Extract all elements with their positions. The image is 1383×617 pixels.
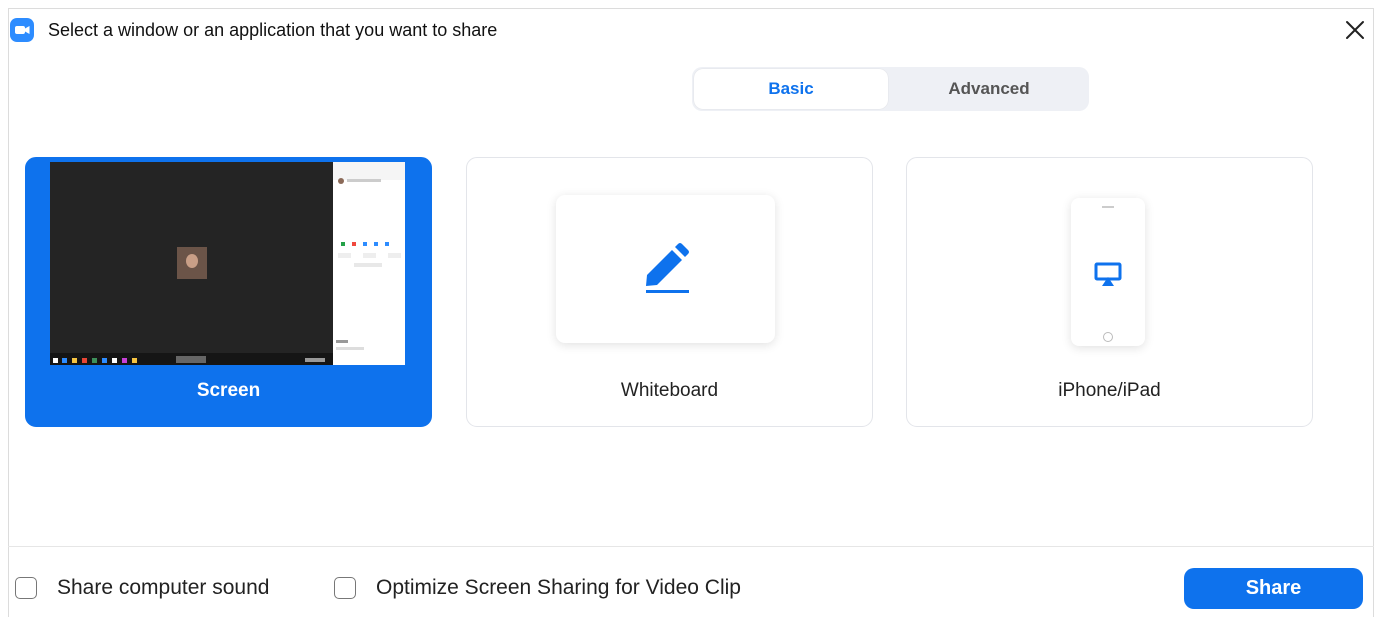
close-icon[interactable] xyxy=(1342,17,1368,43)
zoom-camera-icon xyxy=(10,18,34,42)
option-label-whiteboard: Whiteboard xyxy=(620,380,719,401)
dialog-title: Select a window or an application that y… xyxy=(48,19,498,40)
share-computer-sound-checkbox[interactable] xyxy=(15,577,37,599)
iphone-thumbnail xyxy=(1071,198,1145,346)
option-label-screen: Screen xyxy=(196,380,261,401)
optimize-video-option[interactable]: Optimize Screen Sharing for Video Clip xyxy=(334,576,741,600)
airplay-icon xyxy=(1094,262,1122,286)
optimize-video-checkbox[interactable] xyxy=(334,577,356,599)
option-label-iphone-ipad: iPhone/iPad xyxy=(1058,380,1161,401)
share-button[interactable]: Share xyxy=(1184,568,1363,609)
share-option-iphone-ipad[interactable]: iPhone/iPad xyxy=(906,157,1313,427)
participant-video-thumbnail xyxy=(177,247,207,279)
share-mode-tabs: Basic Advanced xyxy=(692,67,1089,111)
participants-panel-thumbnail xyxy=(333,162,405,365)
title-bar: Select a window or an application that y… xyxy=(10,18,497,42)
share-computer-sound-option[interactable]: Share computer sound xyxy=(15,576,269,600)
tab-basic[interactable]: Basic xyxy=(694,69,888,109)
share-computer-sound-label: Share computer sound xyxy=(57,576,270,599)
share-option-screen[interactable]: Screen xyxy=(25,157,432,427)
taskbar-thumbnail xyxy=(50,353,333,365)
screen-thumbnail xyxy=(50,162,405,365)
share-option-whiteboard[interactable]: Whiteboard xyxy=(466,157,873,427)
footer-divider xyxy=(8,546,1374,547)
optimize-video-label: Optimize Screen Sharing for Video Clip xyxy=(376,576,741,599)
whiteboard-thumbnail xyxy=(556,195,775,343)
tab-advanced[interactable]: Advanced xyxy=(892,69,1086,109)
pencil-icon xyxy=(646,243,689,293)
